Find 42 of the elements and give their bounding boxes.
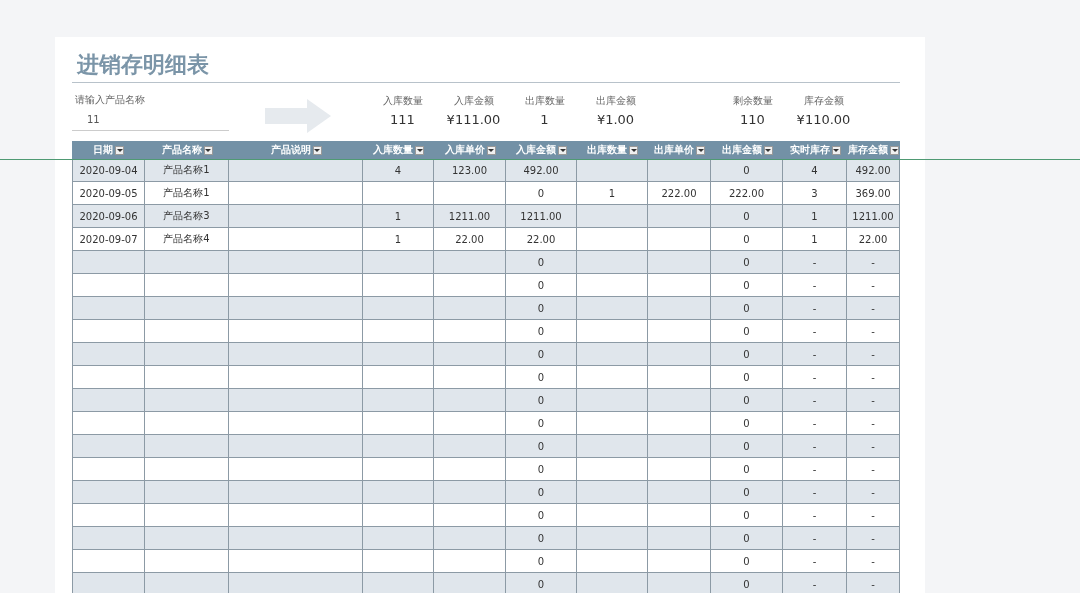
- sheet-title: 进销存明细表: [72, 37, 900, 83]
- stat-value: ¥110.00: [796, 112, 851, 127]
- filter-dropdown-button[interactable]: [486, 145, 496, 155]
- table-cell: -: [847, 573, 900, 593]
- filter-dropdown-button[interactable]: [115, 145, 124, 155]
- column-header: 产品名称: [161, 143, 202, 157]
- column-header: 出库数量: [587, 143, 627, 157]
- filter-dropdown-button[interactable]: [415, 145, 424, 155]
- filter-dropdown-button[interactable]: [629, 145, 638, 155]
- column-header: 出库单价: [654, 143, 694, 157]
- column-header: 产品说明: [270, 143, 311, 157]
- table-cell: -: [783, 573, 847, 593]
- filter-dropdown-button[interactable]: [890, 145, 899, 155]
- stat-value: 111: [390, 112, 415, 127]
- table-cell: 0: [506, 573, 577, 593]
- column-header: 日期: [93, 143, 113, 157]
- stat-value: ¥111.00: [446, 112, 501, 127]
- column-header: 入库数量: [373, 143, 413, 157]
- stat-label: 库存金额: [803, 94, 844, 108]
- stat-value: 110: [740, 112, 765, 127]
- filter-dropdown-button[interactable]: [203, 145, 213, 155]
- column-header: 实时库存: [789, 143, 830, 157]
- column-header: 入库金额: [516, 143, 556, 157]
- stat-value: 1: [540, 112, 549, 127]
- arrow-right-icon: [265, 99, 331, 133]
- stat-label: 出库金额: [595, 94, 636, 108]
- column-header: 库存金额: [848, 143, 888, 157]
- stat-label: 入库金额: [453, 94, 494, 108]
- filter-dropdown-button[interactable]: [312, 145, 322, 155]
- filter-dropdown-button[interactable]: [763, 145, 773, 155]
- stat-label: 入库数量: [382, 94, 423, 108]
- product-name-input[interactable]: 11: [72, 107, 229, 131]
- table-cell: 0: [711, 573, 783, 593]
- stat-label: 出库数量: [524, 94, 565, 108]
- column-header: 入库单价: [444, 143, 485, 157]
- column-header: 出库金额: [721, 143, 762, 157]
- stat-label: 剩余数量: [732, 94, 773, 108]
- search-label: 请输入产品名称: [75, 93, 145, 107]
- filter-dropdown-button[interactable]: [831, 145, 841, 155]
- filter-dropdown-button[interactable]: [696, 145, 705, 155]
- stat-value: ¥1.00: [596, 112, 635, 127]
- filter-dropdown-button[interactable]: [558, 145, 567, 155]
